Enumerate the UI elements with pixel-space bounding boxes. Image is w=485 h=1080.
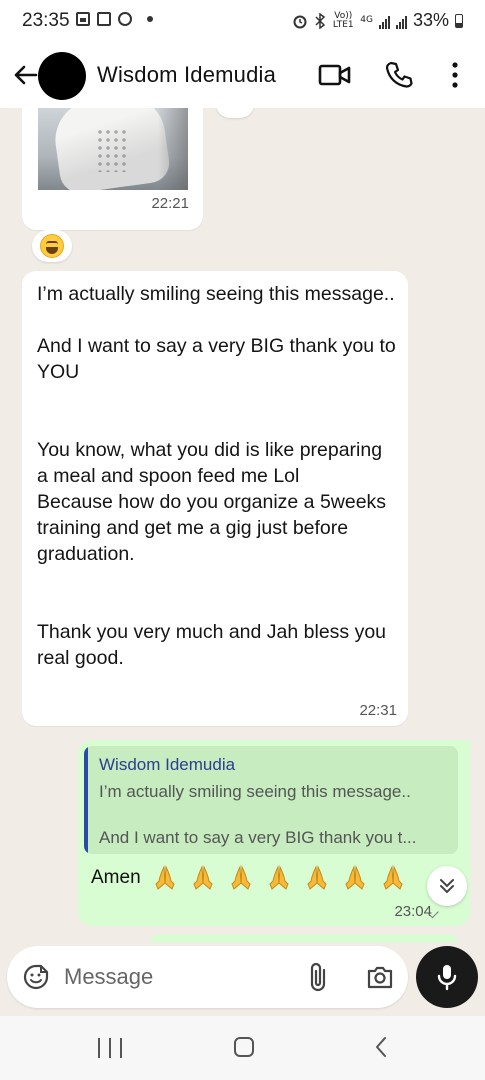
signal-strength-2-icon [395, 13, 407, 29]
home-icon[interactable] [234, 1037, 254, 1057]
incoming-image-message[interactable]: 22:21 [22, 108, 203, 230]
folded-hands-emoji-icon [229, 865, 253, 891]
network-type-indicator: 4G [360, 15, 373, 25]
photo-pattern [96, 128, 126, 172]
system-navigation-bar [0, 1016, 485, 1080]
message-time: 22:31 [359, 702, 397, 719]
battery-percentage: 33% [412, 10, 449, 30]
more-notifications-icon [147, 16, 153, 22]
chat-area[interactable]: 22:21 I’m actually smiling seeing this m… [0, 108, 485, 942]
outgoing-message-partial[interactable] [148, 934, 460, 942]
folded-hands-emoji-icon [153, 865, 177, 891]
contact-name[interactable]: Wisdom Idemudia [97, 62, 276, 88]
date-pill [216, 108, 254, 118]
message-time: 23:04 [394, 903, 432, 920]
microphone-icon [437, 965, 457, 991]
shared-photo[interactable] [38, 108, 188, 190]
voice-message-button[interactable] [416, 946, 478, 1008]
folded-hands-emoji-icon [305, 865, 329, 891]
system-back-icon[interactable] [374, 1036, 388, 1058]
reply-text: Amen [91, 865, 405, 891]
message-input[interactable] [64, 962, 284, 992]
folded-hands-emoji-icon [343, 865, 367, 891]
quoted-text-line: And I want to say a very BIG thank you t… [99, 828, 417, 847]
alarm-icon [293, 15, 307, 28]
quote-accent-bar [84, 746, 88, 854]
chat-header: Wisdom Idemudia [0, 42, 485, 108]
quoted-author: Wisdom Idemudia [99, 755, 236, 774]
recent-apps-icon[interactable] [98, 1038, 122, 1058]
settings-notification-icon [118, 12, 132, 26]
sticker-emoji-icon[interactable] [23, 964, 49, 990]
battery-icon [455, 13, 463, 28]
message-reaction[interactable] [32, 230, 72, 262]
video-call-icon[interactable] [318, 60, 352, 90]
message-composer [7, 946, 408, 1008]
photo-shadow [158, 108, 188, 190]
system-status: Vo)) LTE1 4G 33% [292, 10, 463, 31]
status-time: 23:35 [22, 10, 70, 31]
outgoing-reply-message[interactable]: Wisdom Idemudia I’m actually smiling see… [78, 740, 470, 926]
bluetooth-icon [315, 12, 326, 29]
attachment-icon[interactable] [306, 961, 330, 993]
folded-hands-emoji-icon [267, 865, 291, 891]
incoming-text-message[interactable]: I’m actually smiling seeing this message… [22, 271, 408, 726]
gallery-notification-icon [76, 12, 90, 26]
message-text: I’m actually smiling seeing this message… [37, 283, 396, 669]
scroll-to-bottom-button[interactable] [427, 866, 467, 906]
notification-icons [76, 12, 153, 26]
volte-indicator: Vo)) LTE1 [332, 10, 354, 30]
camera-icon[interactable] [366, 963, 394, 991]
quoted-text-line: I’m actually smiling seeing this message… [99, 782, 411, 801]
folded-hands-emoji-icon [381, 865, 405, 891]
status-bar: 23:35 Vo)) LTE1 4G 33% [0, 0, 485, 42]
signal-strength-icon [378, 13, 390, 29]
more-options-icon[interactable] [444, 59, 466, 91]
folded-hands-emoji-icon [191, 865, 215, 891]
laughing-face-emoji-icon [40, 234, 64, 258]
double-chevron-down-icon [440, 879, 454, 894]
emoji-row [153, 865, 405, 891]
reply-word: Amen [91, 867, 141, 888]
quoted-message[interactable]: Wisdom Idemudia I’m actually smiling see… [84, 746, 458, 854]
voice-call-icon[interactable] [384, 60, 414, 90]
app-notification-icon [97, 12, 111, 26]
message-time: 22:21 [151, 195, 189, 212]
contact-avatar[interactable] [38, 52, 86, 100]
